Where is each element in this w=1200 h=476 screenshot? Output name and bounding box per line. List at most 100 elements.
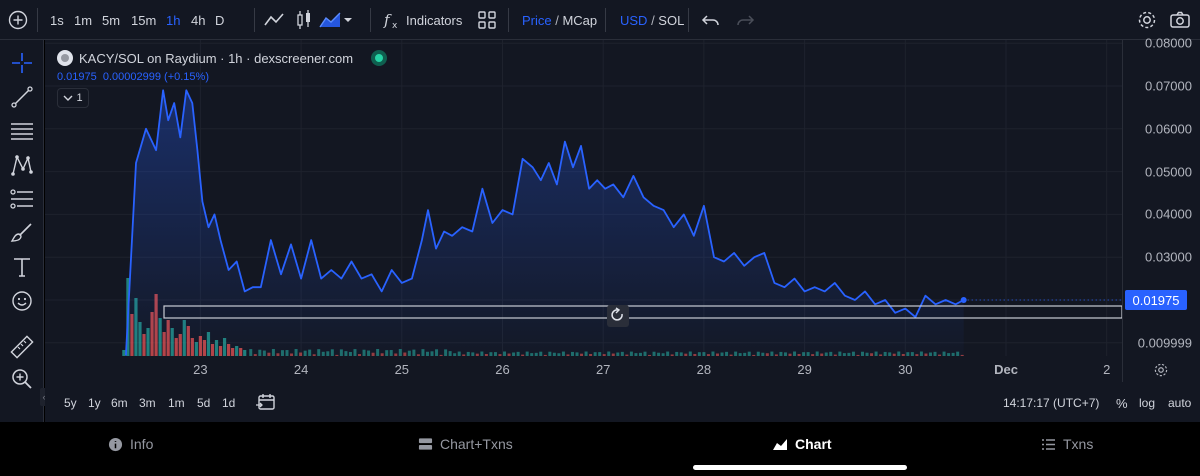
- x-tick-label: 27: [595, 362, 611, 377]
- plus-circle-icon[interactable]: [6, 8, 30, 32]
- crosshair-icon[interactable]: [9, 50, 35, 76]
- range-1y[interactable]: 1y: [88, 396, 101, 410]
- line-chart-icon[interactable]: [262, 8, 286, 32]
- range-5y[interactable]: 5y: [64, 396, 77, 410]
- range-6m[interactable]: 6m: [111, 396, 128, 410]
- candles-icon[interactable]: [292, 8, 316, 32]
- range-1d[interactable]: 1d: [222, 396, 235, 410]
- toolbar-divider: [370, 8, 371, 32]
- x-tick-label: 30: [898, 362, 913, 377]
- bottom-navigation: Info Chart+Txns Chart Txns: [0, 422, 1200, 476]
- nav-chart[interactable]: Chart: [772, 436, 832, 452]
- gear-icon[interactable]: [1152, 361, 1170, 379]
- x-tick-label: 2: [1103, 362, 1111, 377]
- y-tick-label: 0.08000: [1145, 35, 1192, 51]
- zoom-in-icon[interactable]: [9, 366, 35, 392]
- camera-icon[interactable]: [1168, 8, 1192, 32]
- toolbar-divider: [254, 8, 255, 32]
- timeframe-1h[interactable]: 1h: [166, 0, 180, 40]
- price-axis[interactable]: 0.08000 0.07000 0.06000 0.05000 0.04000 0.030…: [1122, 36, 1200, 382]
- split-icon: [418, 438, 433, 450]
- usd-sol-toggle[interactable]: USD / SOL: [620, 0, 684, 40]
- y-tick-label: 0.06000: [1145, 121, 1192, 137]
- svg-text:f: f: [383, 11, 392, 29]
- nav-chart-txns[interactable]: Chart+Txns: [418, 436, 513, 452]
- y-tick-label: 0.03000: [1145, 249, 1192, 265]
- pattern-icon[interactable]: [9, 152, 35, 178]
- price-area-fill: [125, 90, 964, 356]
- reset-view-button[interactable]: [607, 305, 629, 327]
- horizontal-lines-icon[interactable]: [9, 118, 35, 144]
- legend-collapse-button[interactable]: 1: [57, 88, 89, 108]
- trendline-icon[interactable]: [9, 84, 35, 110]
- indicators-button[interactable]: Indicators: [406, 0, 462, 40]
- redo-icon[interactable]: [733, 8, 757, 32]
- usd-option[interactable]: USD: [620, 13, 647, 28]
- timeframe-1s[interactable]: 1s: [50, 0, 64, 40]
- price-mcap-toggle[interactable]: Price / MCap: [522, 0, 597, 40]
- last-price-label: 0.01975: [1125, 290, 1187, 310]
- brush-icon[interactable]: [9, 220, 35, 246]
- chart-legend: KACY/SOL on Raydium · 1h · dexscreener.c…: [57, 50, 388, 66]
- y-tick-label: 0.07000: [1145, 78, 1192, 94]
- chevron-down-icon: [63, 95, 73, 101]
- live-status-icon: [371, 50, 388, 66]
- timezone-clock[interactable]: 14:17:17 (UTC+7): [1003, 396, 1099, 410]
- gear-icon[interactable]: [1135, 8, 1159, 32]
- chevron-down-icon[interactable]: [341, 8, 355, 32]
- grid-icon[interactable]: [475, 8, 499, 32]
- home-indicator: [693, 465, 907, 470]
- token-logo-icon: [57, 50, 73, 66]
- chart-toolbar: 1s 1m 5m 15m 1h 4h D fx Indicators Price…: [0, 0, 1200, 40]
- ruler-icon[interactable]: [9, 334, 35, 360]
- toolbar-divider: [688, 8, 689, 32]
- indicator-count: 1: [76, 92, 83, 104]
- chart-pane[interactable]: KACY/SOL on Raydium · 1h · dexscreener.c…: [45, 40, 1200, 382]
- list-icon: [1042, 438, 1055, 450]
- range-3m[interactable]: 3m: [139, 396, 156, 410]
- fx-icon[interactable]: fx: [380, 8, 404, 32]
- toggle-slash: /: [647, 12, 659, 28]
- timeframe-1m[interactable]: 1m: [74, 0, 92, 40]
- timeframe-5m[interactable]: 5m: [102, 0, 120, 40]
- range-1m[interactable]: 1m: [168, 396, 185, 410]
- legend-values: 0.01975 0.00002999 (+0.15%): [57, 71, 209, 83]
- log-toggle[interactable]: log: [1139, 396, 1155, 410]
- x-tick-label: 29: [797, 362, 812, 377]
- nav-txns[interactable]: Txns: [1041, 436, 1093, 452]
- drawing-toolbar: ‹: [0, 40, 48, 422]
- fib-icon[interactable]: [9, 186, 35, 212]
- last-price-dot: [960, 297, 967, 303]
- chart-icon: [773, 439, 787, 450]
- sol-option[interactable]: SOL: [658, 13, 684, 28]
- text-icon[interactable]: [9, 254, 35, 280]
- nav-info-label: Info: [130, 436, 154, 452]
- auto-toggle[interactable]: auto: [1168, 396, 1191, 410]
- timeframe-d[interactable]: D: [215, 0, 224, 40]
- undo-icon[interactable]: [699, 8, 723, 32]
- y-tick-label: 0.05000: [1145, 164, 1192, 180]
- timeframe-4h[interactable]: 4h: [191, 0, 205, 40]
- area-chart-icon[interactable]: [318, 8, 342, 32]
- x-tick-label: 24: [293, 362, 309, 377]
- emoji-icon[interactable]: [9, 288, 35, 314]
- toolbar-divider: [605, 8, 606, 32]
- nav-chart-txns-label: Chart+Txns: [440, 436, 513, 452]
- y-tick-label: 0.009999: [1137, 335, 1192, 351]
- toggle-slash: /: [551, 12, 563, 28]
- price-chart[interactable]: [45, 40, 1122, 356]
- y-tick-label: 0.04000: [1145, 206, 1192, 222]
- x-tick-label: 23: [193, 362, 208, 377]
- price-option[interactable]: Price: [522, 13, 552, 28]
- time-axis[interactable]: 23 24 25 26 27 28 29 30 Dec 2: [45, 356, 1122, 382]
- mcap-option[interactable]: MCap: [562, 13, 597, 28]
- nav-txns-label: Txns: [1063, 436, 1094, 452]
- x-tick-label: 28: [696, 362, 712, 377]
- timeframe-15m[interactable]: 15m: [131, 0, 156, 40]
- svg-text:x: x: [392, 21, 398, 31]
- range-5d[interactable]: 5d: [197, 396, 210, 410]
- calendar-range-icon[interactable]: [255, 391, 277, 413]
- nav-info[interactable]: Info: [108, 436, 153, 452]
- toolbar-divider: [37, 8, 38, 32]
- percent-toggle[interactable]: %: [1116, 396, 1128, 411]
